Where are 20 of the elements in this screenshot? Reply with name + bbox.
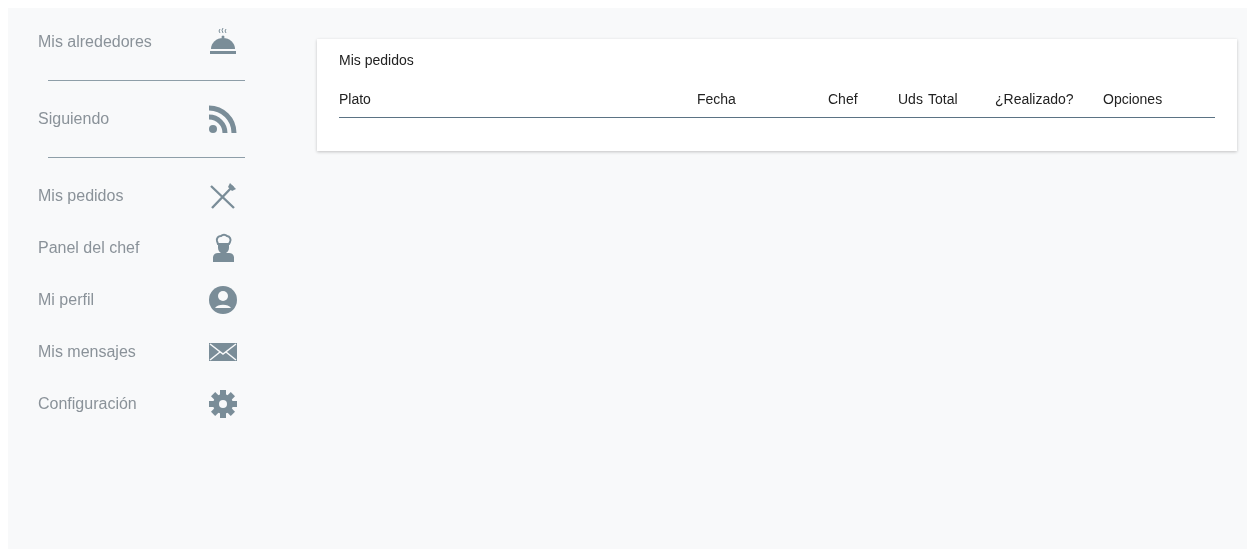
nav-item[interactable]: Mis alrededores xyxy=(38,33,152,51)
column-header: Fecha xyxy=(697,91,737,107)
column-header: Plato xyxy=(339,91,372,107)
cloche-icon[interactable] xyxy=(208,27,238,57)
column-header: Uds xyxy=(898,91,924,107)
nav-item[interactable]: Mis pedidos xyxy=(38,187,124,205)
card-title: Mis pedidos xyxy=(339,52,414,68)
rss-icon[interactable] xyxy=(208,104,238,134)
settings-icon[interactable] xyxy=(208,389,238,419)
nav-item[interactable]: Siguiendo xyxy=(38,110,110,128)
column-header: Opciones xyxy=(1103,91,1164,107)
column-header: Chef xyxy=(828,91,859,107)
nav-item[interactable]: Configuración xyxy=(38,395,137,413)
user-circle-icon[interactable] xyxy=(208,285,238,315)
nav-item[interactable]: Mi perfil xyxy=(38,291,94,309)
nav-item[interactable]: Mis mensajes xyxy=(38,343,136,361)
column-header: ¿Realizado? xyxy=(995,91,1075,107)
fork-knife-icon[interactable] xyxy=(208,181,238,211)
column-header: Total xyxy=(928,91,959,107)
nav-item[interactable]: Panel del chef xyxy=(38,239,140,257)
